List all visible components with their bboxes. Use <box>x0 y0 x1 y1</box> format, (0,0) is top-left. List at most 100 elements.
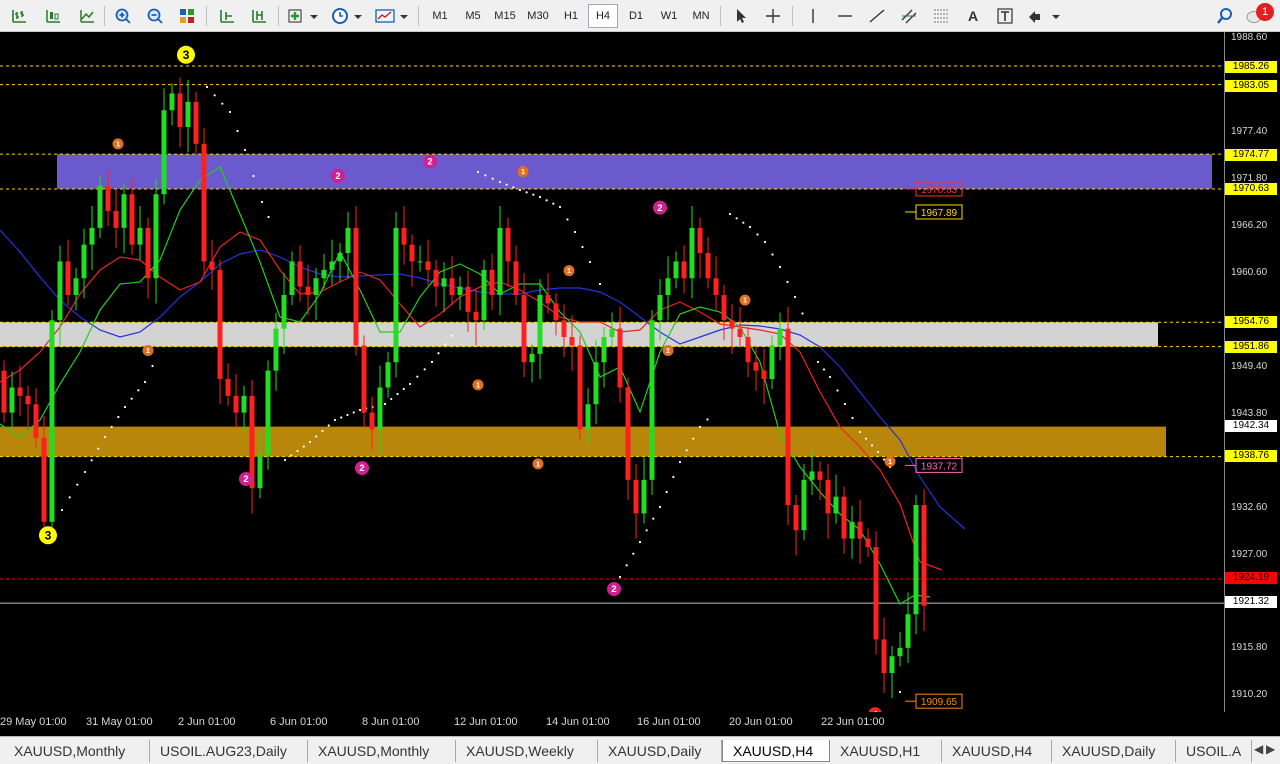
candle-body <box>145 227 151 279</box>
price-label: 1960.60 <box>1231 267 1268 278</box>
price-chart[interactable]: 331221211111112224 1970.631967.891937.72… <box>0 32 1224 712</box>
candle-body <box>753 362 759 371</box>
tab-chart[interactable]: XAUUSD,H1 <box>830 740 942 762</box>
sar-dot <box>346 413 349 417</box>
tab-chart-active[interactable]: XAUUSD,H4 <box>722 740 830 762</box>
sar-dot <box>864 437 868 440</box>
level-label-text: 1967.89 <box>921 208 958 219</box>
price-label: 1910.20 <box>1231 689 1268 700</box>
sar-dot <box>786 280 789 284</box>
price-label: 1943.80 <box>1231 408 1268 419</box>
zoom-in-icon[interactable] <box>110 4 136 28</box>
sar-dot <box>423 368 426 371</box>
candle-body <box>297 261 303 287</box>
chart-area[interactable]: 331221211111112224 1970.631967.891937.72… <box>0 32 1224 712</box>
candle-body <box>673 261 679 279</box>
candle-body <box>337 253 343 262</box>
sar-dot <box>76 483 79 486</box>
notification-badge[interactable]: 1 <box>1256 3 1274 21</box>
timeframe-h4[interactable]: H4 <box>588 4 618 28</box>
sar-dot <box>315 435 318 438</box>
candle-body <box>265 370 271 455</box>
candle-body <box>625 387 631 480</box>
sar-dot <box>130 397 133 400</box>
zoom-out-icon[interactable] <box>142 4 168 28</box>
bar-chart-icon[interactable] <box>6 4 32 28</box>
tab-chart[interactable]: XAUUSD,Daily <box>1052 740 1176 762</box>
sar-dot <box>68 496 71 499</box>
auto-scroll-icon[interactable] <box>246 4 272 28</box>
trendline-icon[interactable] <box>864 4 890 28</box>
templates-icon[interactable] <box>372 4 412 28</box>
crosshair-icon[interactable] <box>760 4 786 28</box>
moving-average-red <box>0 231 943 571</box>
tile-windows-icon[interactable] <box>174 4 200 28</box>
tab-scroll-right-icon[interactable]: ▶ <box>1266 742 1275 756</box>
text-label-icon[interactable] <box>992 4 1018 28</box>
text-tool-icon[interactable]: A <box>960 4 986 28</box>
tab-scroll-left-icon[interactable]: ◀ <box>1254 742 1263 756</box>
sar-dot <box>476 170 480 174</box>
tab-chart[interactable]: XAUUSD,Monthly <box>4 740 150 762</box>
fibonacci-retracement-icon[interactable] <box>928 4 954 28</box>
search-icon[interactable] <box>1212 4 1238 28</box>
candle-body <box>529 353 535 363</box>
timeframe-w1[interactable]: W1 <box>654 4 684 28</box>
sar-dot <box>558 205 562 209</box>
candlestick-chart-icon[interactable] <box>40 4 66 28</box>
timeframe-m5[interactable]: M5 <box>458 4 488 28</box>
candle-body <box>9 387 15 413</box>
equidistant-channel-icon[interactable] <box>896 4 922 28</box>
candle-body <box>465 286 471 312</box>
timeframe-mn[interactable]: MN <box>686 4 716 28</box>
timeframe-h1[interactable]: H1 <box>556 4 586 28</box>
sar-dot <box>573 230 577 234</box>
timeframe-m1[interactable]: M1 <box>425 4 455 28</box>
sar-dot <box>205 85 209 89</box>
sar-dot <box>103 435 107 439</box>
cursor-icon[interactable] <box>728 4 754 28</box>
sar-dot <box>581 245 584 249</box>
candle-body <box>913 505 919 615</box>
candle-body <box>345 227 351 254</box>
time-label: 20 Jun 01:00 <box>729 716 793 728</box>
sar-dot <box>327 424 330 427</box>
price-tag: 1983.05 <box>1225 80 1277 92</box>
arrows-icon[interactable] <box>1024 4 1064 28</box>
vertical-line-icon[interactable] <box>800 4 826 28</box>
tab-chart[interactable]: XAUUSD,H4 <box>942 740 1052 762</box>
sar-dot <box>566 218 569 221</box>
sar-dot <box>290 454 293 457</box>
candle-body <box>401 227 407 245</box>
tab-chart[interactable]: XAUUSD,Daily <box>598 740 722 762</box>
price-axis[interactable]: 1988.60 1977.40 1971.80 1966.20 1960.60 … <box>1224 32 1280 712</box>
sar-dot <box>228 110 232 114</box>
tab-chart[interactable]: USOIL.AUG23,Daily <box>150 740 308 762</box>
chart-shift-icon[interactable] <box>214 4 240 28</box>
candle-body <box>713 278 719 296</box>
line-chart-icon[interactable] <box>74 4 100 28</box>
periods-clock-icon[interactable] <box>328 4 366 28</box>
toolbar-separator <box>792 6 793 26</box>
sar-dot <box>396 392 399 396</box>
sar-dot <box>340 416 343 419</box>
wave-marker-label: 2 <box>611 584 616 595</box>
sar-dot <box>252 174 255 178</box>
candle-body <box>377 387 383 430</box>
candle-body <box>105 185 111 212</box>
tab-chart[interactable]: USOIL.A <box>1176 740 1252 762</box>
tab-chart[interactable]: XAUUSD,Monthly <box>308 740 456 762</box>
indicators-icon[interactable] <box>284 4 322 28</box>
candle-body <box>833 496 839 514</box>
timeframe-d1[interactable]: D1 <box>621 4 651 28</box>
sar-dot <box>110 425 113 429</box>
timeframe-m30[interactable]: M30 <box>523 4 553 28</box>
timeframe-m15[interactable]: M15 <box>490 4 520 28</box>
candle-body <box>489 269 495 296</box>
horizontal-line-icon[interactable] <box>832 4 858 28</box>
wave-marker-label: 2 <box>359 463 364 474</box>
sar-dot <box>491 177 494 180</box>
sar-dot <box>851 416 854 420</box>
tab-chart[interactable]: XAUUSD,Weekly <box>456 740 598 762</box>
sar-dot <box>870 444 874 447</box>
